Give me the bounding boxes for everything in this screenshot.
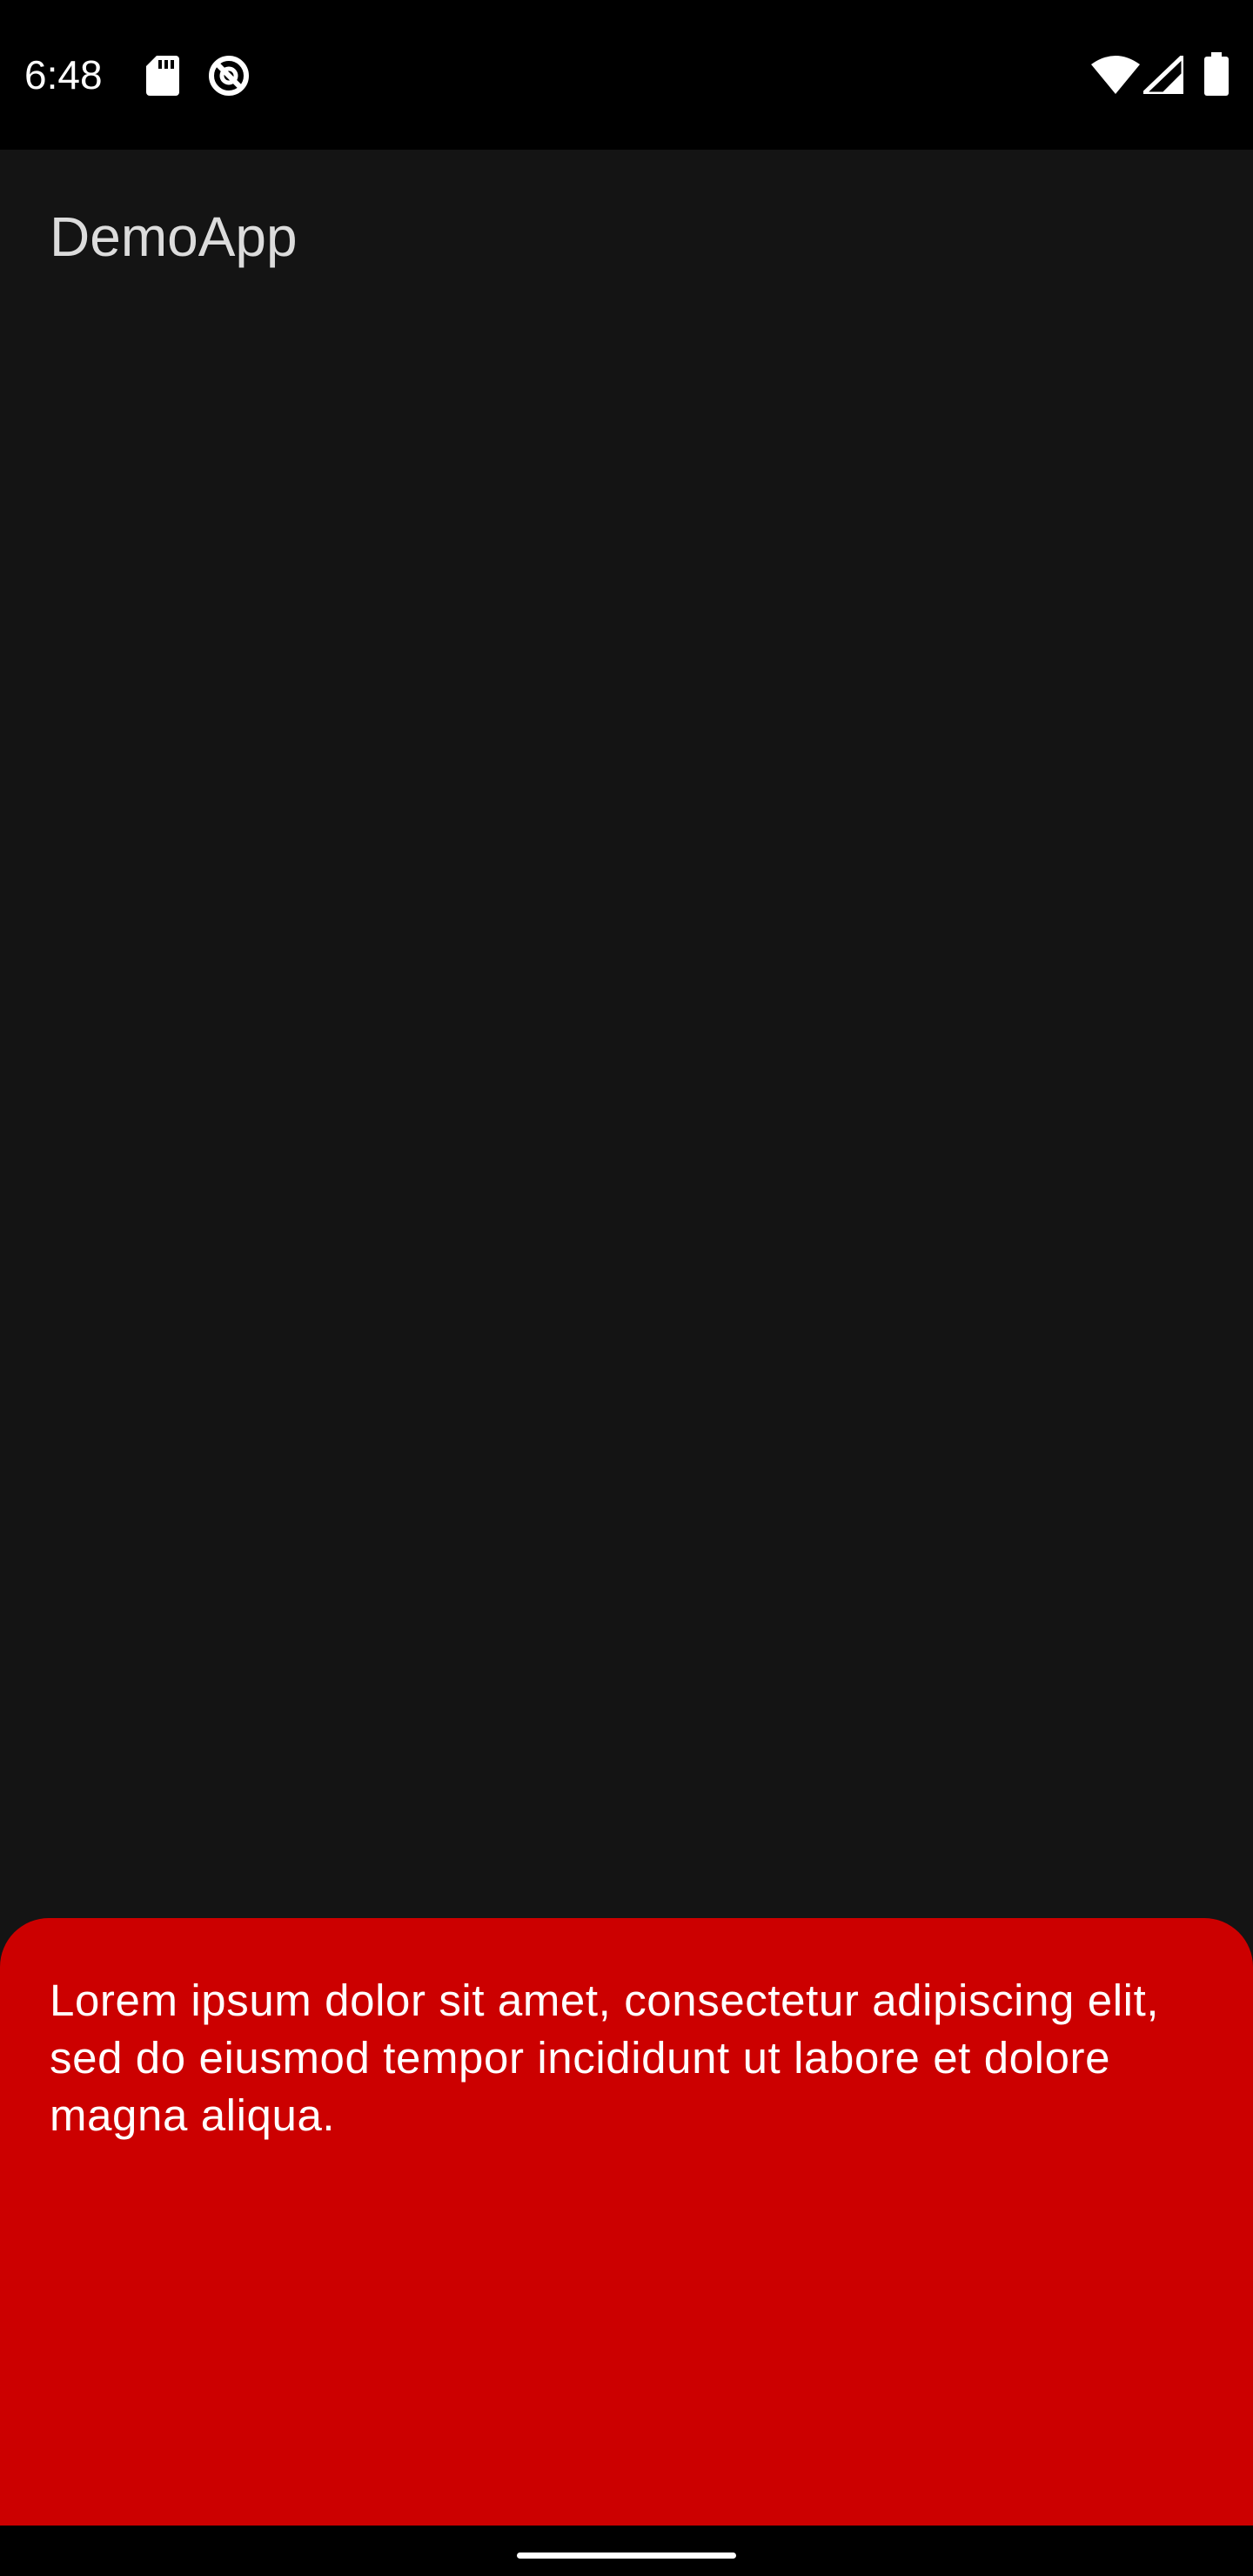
navigation-bar [0,2526,1253,2576]
gesture-handle[interactable] [517,2553,736,2559]
status-time: 6:48 [24,52,103,97]
screen: 6:48 DemoApp Lorem ipsum dolor sit amet,… [0,0,1253,2576]
vpn-icon [209,56,249,96]
wifi-icon [1091,56,1140,94]
bottom-sheet-text: Lorem ipsum dolor sit amet, consectetur … [50,1976,1160,2140]
bottom-sheet[interactable]: Lorem ipsum dolor sit amet, consectetur … [0,1918,1253,2526]
app-title: DemoApp [50,205,298,268]
cell-signal-icon [1143,56,1183,94]
status-bar: 6:48 [0,0,1253,150]
battery-icon [1204,52,1229,96]
sd-card-icon [146,56,179,96]
